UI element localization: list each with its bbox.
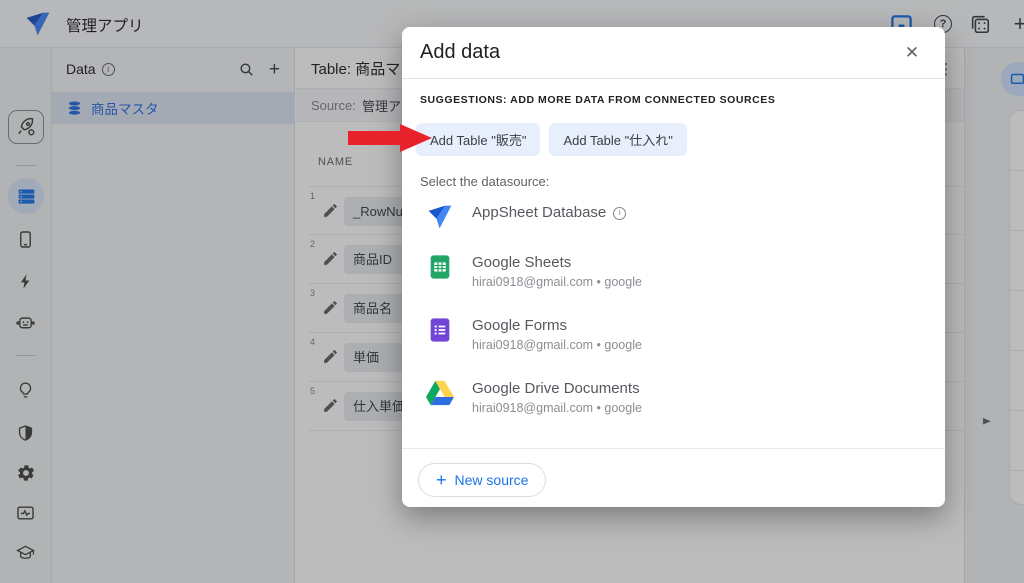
datasource-google-sheets[interactable]: Google Sheets hirai0918@gmail.com • goog… xyxy=(426,253,642,292)
datasource-google-drive[interactable]: Google Drive Documents hirai0918@gmail.c… xyxy=(426,379,642,418)
google-sheets-icon xyxy=(430,255,450,279)
datasource-appsheet-database[interactable]: AppSheet Database i xyxy=(426,203,627,231)
datasource-title: Google Forms xyxy=(472,317,568,334)
add-table-hanbai-button[interactable]: Add Table "販売" xyxy=(416,123,541,156)
add-data-modal: Add data ✕ SUGGESTIONS: ADD MORE DATA FR… xyxy=(402,27,945,507)
datasource-subtitle: hirai0918@gmail.com • google xyxy=(472,338,642,352)
datasource-subtitle: hirai0918@gmail.com • google xyxy=(472,401,642,415)
suggestion-buttons: Add Table "販売" Add Table "仕入れ" xyxy=(416,123,687,156)
datasource-subtitle: hirai0918@gmail.com • google xyxy=(472,275,642,289)
datasource-title: Google Sheets xyxy=(472,254,572,271)
modal-header: Add data ✕ xyxy=(402,27,945,79)
plus-icon: + xyxy=(436,470,447,490)
new-source-label: New source xyxy=(454,472,529,488)
appsheet-logo-icon xyxy=(428,205,452,229)
datasource-google-forms[interactable]: Google Forms hirai0918@gmail.com • googl… xyxy=(426,316,642,355)
close-icon[interactable]: ✕ xyxy=(901,42,923,64)
red-arrow-annotation xyxy=(348,124,432,152)
google-drive-icon xyxy=(426,380,454,406)
datasource-title: Google Drive Documents xyxy=(472,380,640,397)
modal-title: Add data xyxy=(420,41,501,63)
new-source-button[interactable]: + New source xyxy=(418,463,547,497)
add-table-shiire-button[interactable]: Add Table "仕入れ" xyxy=(549,123,687,156)
select-datasource-label: Select the datasource: xyxy=(420,174,550,189)
suggestions-label: SUGGESTIONS: ADD MORE DATA FROM CONNECTE… xyxy=(420,94,776,106)
modal-footer-divider xyxy=(402,448,945,449)
google-forms-icon xyxy=(430,318,450,342)
info-icon[interactable]: i xyxy=(613,206,627,220)
datasource-title: AppSheet Database i xyxy=(472,203,627,223)
appsheet-editor-screen: 管理アプリ ? + Data i + 商品マスタ Table: 商品マスタ ⋮ … xyxy=(0,0,1024,583)
